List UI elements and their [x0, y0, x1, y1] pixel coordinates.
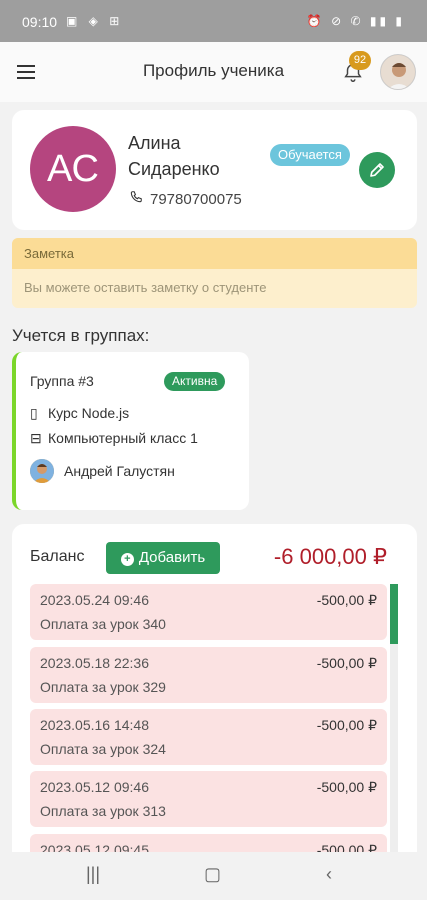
transaction-description: Оплата за урок 329 [40, 679, 166, 695]
home-icon[interactable]: ▢ [204, 864, 221, 885]
system-icons: ⏰ ⊘ ✆ ▮▮ ▮ [306, 14, 405, 28]
transaction-row[interactable]: 2023.05.18 22:36 -500,00 ₽ Оплата за уро… [30, 647, 387, 703]
group-room-label: Компьютерный класс 1 [48, 430, 198, 446]
transaction-description: Оплата за урок 340 [40, 616, 166, 632]
status-bar: 09:10 ▣ ◈ ⊞ ⏰ ⊘ ✆ ▮▮ ▮ [0, 0, 427, 42]
transaction-description: Оплата за урок 324 [40, 741, 166, 757]
balance-total: -6 000,00 ₽ [273, 544, 387, 569]
transaction-row[interactable]: 2023.05.24 09:46 -500,00 ₽ Оплата за уро… [30, 584, 387, 640]
group-course: ▯ Курс Node.js [30, 405, 129, 422]
status-badge: Обучается [270, 144, 350, 166]
recent-apps-icon[interactable]: ||| [86, 864, 100, 885]
student-last-name: Сидаренко [128, 159, 220, 179]
transaction-date: 2023.05.24 09:46 [40, 592, 149, 608]
user-avatar[interactable] [380, 54, 416, 90]
profile-card: АС Алина Сидаренко 79780700075 Обучается [12, 110, 417, 230]
teacher-name: Андрей Галустян [64, 463, 175, 479]
balance-label: Баланс [30, 548, 85, 565]
phone-number: 79780700075 [150, 191, 242, 208]
student-avatar: АС [30, 126, 116, 212]
student-name: Алина Сидаренко [128, 130, 268, 182]
notification-icons: ▣ ◈ ⊞ [66, 14, 124, 28]
status-time: 09:10 [22, 14, 58, 30]
transaction-row[interactable]: 2023.05.16 14:48 -500,00 ₽ Оплата за уро… [30, 709, 387, 765]
phone-icon [130, 191, 142, 203]
transaction-date: 2023.05.18 22:36 [40, 655, 149, 671]
transaction-description: Оплата за урок 313 [40, 803, 166, 819]
group-status-badge: Активна [164, 372, 226, 391]
phone-row[interactable]: 79780700075 [128, 190, 242, 208]
room-icon: ⊟ [30, 430, 42, 446]
transaction-row[interactable]: 2023.05.12 09:46 -500,00 ₽ Оплата за уро… [30, 771, 387, 827]
transaction-amount: -500,00 ₽ [316, 655, 377, 671]
add-balance-button[interactable]: + Добавить [106, 542, 220, 574]
transaction-amount: -500,00 ₽ [316, 717, 377, 733]
add-button-label: Добавить [138, 549, 206, 566]
scrollbar[interactable] [390, 584, 398, 644]
balance-card: Баланс + Добавить -6 000,00 ₽ 2023.05.24 … [12, 524, 417, 864]
edit-button[interactable] [359, 152, 395, 188]
group-room: ⊟ Компьютерный класс 1 [30, 430, 198, 447]
student-first-name: Алина [128, 133, 181, 153]
system-nav-bar: ||| ▢ ‹ [0, 852, 427, 900]
group-name: Группа #3 [30, 373, 94, 389]
groups-heading: Учется в группах: [12, 326, 150, 345]
book-icon: ▯ [30, 405, 38, 421]
notification-badge: 92 [349, 51, 371, 70]
group-course-label: Курс Node.js [48, 405, 130, 421]
note-title: Заметка [12, 238, 417, 269]
teacher-avatar [30, 459, 54, 483]
back-icon[interactable]: ‹ [326, 864, 332, 885]
app-bar: Профиль ученика 92 [0, 42, 427, 102]
note-panel[interactable]: Заметка Вы можете оставить заметку о сту… [12, 238, 417, 308]
transaction-date: 2023.05.12 09:46 [40, 779, 149, 795]
transaction-amount: -500,00 ₽ [316, 779, 377, 795]
note-input[interactable]: Вы можете оставить заметку о студенте [12, 269, 417, 306]
transaction-date: 2023.05.16 14:48 [40, 717, 149, 733]
plus-icon: + [120, 553, 134, 566]
pencil-icon [370, 163, 384, 177]
group-card[interactable]: Группа #3 Активна ▯ Курс Node.js ⊟ Компьют… [12, 352, 249, 510]
transaction-amount: -500,00 ₽ [316, 592, 377, 608]
